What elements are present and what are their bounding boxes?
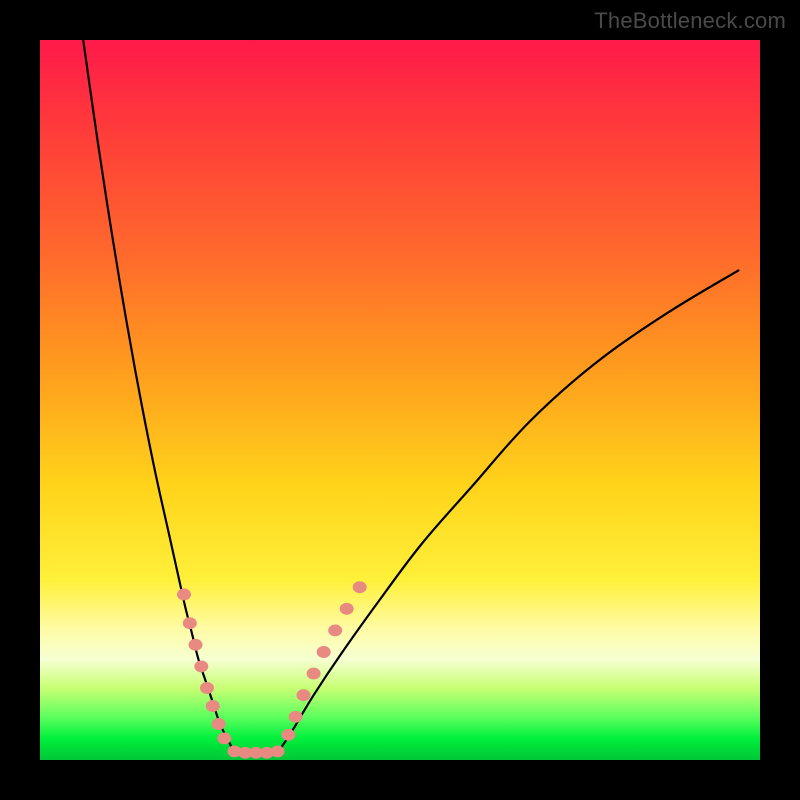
data-point — [194, 660, 208, 672]
data-point-markers — [177, 581, 367, 759]
data-point — [271, 745, 285, 757]
data-point — [217, 732, 231, 744]
data-point — [353, 581, 367, 593]
data-point — [281, 729, 295, 741]
curve-layer — [40, 40, 760, 760]
watermark-text: TheBottleneck.com — [594, 8, 786, 34]
data-point — [189, 639, 203, 651]
data-point — [328, 624, 342, 636]
data-point — [212, 718, 226, 730]
data-point — [183, 617, 197, 629]
chart-stage: TheBottleneck.com — [0, 0, 800, 800]
data-point — [200, 682, 214, 694]
bottleneck-curve — [83, 40, 738, 755]
data-point — [340, 603, 354, 615]
data-point — [206, 700, 220, 712]
plot-area — [40, 40, 760, 760]
data-point — [289, 711, 303, 723]
curve-path — [83, 40, 738, 755]
data-point — [307, 668, 321, 680]
data-point — [297, 689, 311, 701]
data-point — [177, 588, 191, 600]
data-point — [317, 646, 331, 658]
